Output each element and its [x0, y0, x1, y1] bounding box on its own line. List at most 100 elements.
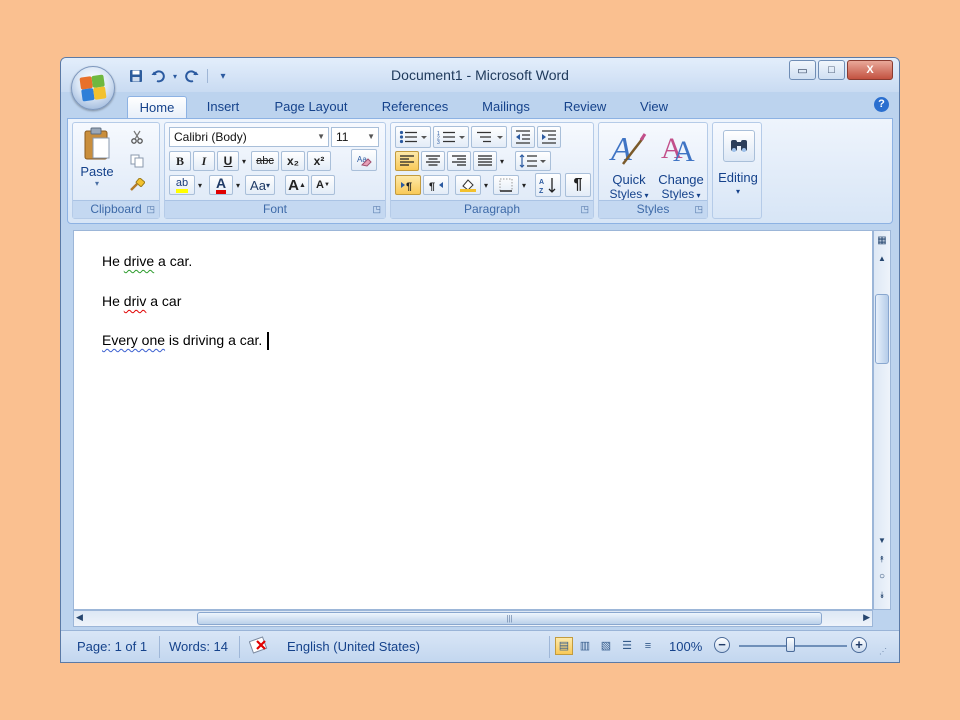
tab-insert[interactable]: Insert	[195, 96, 251, 118]
page-indicator[interactable]: Page: 1 of 1	[77, 639, 147, 654]
align-center-button[interactable]	[421, 151, 445, 171]
tab-page-layout[interactable]: Page Layout	[267, 96, 355, 118]
scroll-left-icon[interactable]: ◀	[76, 612, 83, 623]
help-icon[interactable]: ?	[874, 97, 889, 112]
grow-font-button[interactable]: A ▲	[285, 175, 309, 195]
select-browse-object-icon[interactable]: ○	[874, 569, 890, 585]
show-hide-button[interactable]: ¶	[565, 173, 591, 197]
vertical-scrollbar[interactable]: ▦ ▲ ▼ ⯭ ○ ⯯	[873, 230, 891, 610]
horizontal-scrollbar[interactable]: ◀ ||| ▶	[73, 610, 873, 627]
ltr-button[interactable]: ¶	[395, 175, 421, 195]
align-left-button[interactable]	[395, 151, 419, 171]
spelling-error-word[interactable]: driv	[124, 293, 147, 309]
grammar-error-word[interactable]: Every one	[102, 332, 165, 348]
paragraph-launcher-icon[interactable]: ◳	[580, 204, 589, 215]
font-color-dropdown-icon[interactable]: ▾	[233, 175, 243, 195]
quick-styles-button[interactable]: A Quick Styles ▾	[603, 125, 653, 201]
sort-button[interactable]: AZ	[535, 173, 561, 197]
format-painter-button[interactable]	[125, 175, 149, 195]
draft-view-icon[interactable]: ≡	[639, 637, 657, 655]
line-spacing-button[interactable]	[515, 151, 551, 171]
highlight-button[interactable]: ab	[169, 175, 195, 195]
tab-references[interactable]: References	[373, 96, 457, 118]
change-styles-button[interactable]: A A Change Styles ▾	[655, 125, 705, 201]
tab-view[interactable]: View	[629, 96, 679, 118]
borders-button[interactable]	[493, 175, 519, 195]
font-launcher-icon[interactable]: ◳	[372, 204, 381, 215]
print-layout-view-icon[interactable]: ▤	[555, 637, 573, 655]
multilevel-list-button[interactable]	[471, 126, 507, 148]
justify-dropdown-icon[interactable]: ▾	[497, 151, 507, 171]
language-indicator[interactable]: English (United States)	[287, 639, 420, 654]
document-paragraph[interactable]: Every one is driving a car.	[102, 332, 270, 351]
underline-button[interactable]: U	[217, 151, 239, 171]
clear-formatting-button[interactable]: Aa	[351, 149, 377, 171]
bullets-button[interactable]	[395, 126, 431, 148]
tab-mailings[interactable]: Mailings	[473, 96, 539, 118]
italic-button[interactable]: I	[193, 151, 215, 171]
scroll-right-icon[interactable]: ▶	[863, 612, 870, 623]
paste-label: Paste	[80, 164, 114, 179]
align-right-button[interactable]	[447, 151, 471, 171]
bold-button[interactable]: B	[169, 151, 191, 171]
paste-dropdown-icon: ▾	[94, 179, 99, 188]
underline-dropdown-icon[interactable]: ▾	[239, 151, 249, 171]
outline-view-icon[interactable]: ☰	[618, 637, 636, 655]
document-page[interactable]: He drive a car. He driv a car Every one …	[73, 230, 873, 610]
paragraph-group: 123 ▾ ¶ ¶ ▾ ▾ A Z ¶ Paragraph ◳	[390, 122, 594, 219]
zoom-out-button[interactable]: −	[714, 637, 730, 653]
clipboard-launcher-icon[interactable]: ◳	[146, 204, 155, 215]
styles-launcher-icon[interactable]: ◳	[694, 204, 703, 215]
document-paragraph[interactable]: He drive a car.	[102, 253, 192, 269]
scroll-thumb[interactable]: |||	[197, 612, 822, 625]
office-button[interactable]	[71, 66, 115, 110]
svg-text:A: A	[539, 179, 544, 186]
cut-button[interactable]	[125, 127, 149, 147]
editing-button[interactable]: Editing ▾	[715, 125, 759, 215]
word-count[interactable]: Words: 14	[169, 639, 228, 654]
web-layout-view-icon[interactable]: ▧	[597, 637, 615, 655]
shrink-font-button[interactable]: A ▼	[311, 175, 335, 195]
ruler-toggle-icon[interactable]: ▦	[874, 233, 890, 249]
paste-button[interactable]: Paste ▾	[77, 125, 117, 197]
resize-grip-icon[interactable]: ⋰	[879, 647, 887, 656]
pilcrow-icon: ¶	[573, 176, 583, 193]
tab-home[interactable]: Home	[127, 96, 187, 119]
scroll-thumb[interactable]	[875, 294, 889, 364]
numbering-button[interactable]: 123	[433, 126, 469, 148]
next-page-icon[interactable]: ⯯	[874, 587, 890, 603]
zoom-slider-thumb[interactable]	[786, 637, 795, 652]
strikethrough-button[interactable]: abc	[251, 151, 279, 171]
rtl-button[interactable]: ¶	[423, 175, 449, 195]
zoom-in-button[interactable]: +	[851, 637, 867, 653]
copy-button[interactable]	[125, 151, 149, 171]
scroll-down-icon[interactable]: ▼	[874, 533, 890, 549]
change-case-button[interactable]: Aa ▾	[245, 175, 275, 195]
full-screen-reading-view-icon[interactable]: ▥	[576, 637, 594, 655]
svg-text:¶: ¶	[406, 181, 412, 191]
justify-button[interactable]	[473, 151, 497, 171]
maximize-button[interactable]: □	[818, 60, 845, 80]
close-button[interactable]: X	[847, 60, 893, 80]
subscript-button[interactable]: x₂	[281, 151, 305, 171]
minimize-button[interactable]: ▭	[789, 60, 816, 80]
decrease-indent-button[interactable]	[511, 126, 535, 148]
font-name-combo[interactable]: Calibri (Body) ▼	[169, 127, 329, 147]
font-size-combo[interactable]: 11 ▼	[331, 127, 379, 147]
tab-review[interactable]: Review	[557, 96, 613, 118]
grammar-error-word[interactable]: drive	[124, 253, 154, 269]
font-color-button[interactable]: A	[209, 175, 233, 195]
document-paragraph[interactable]: He driv a car	[102, 293, 181, 309]
superscript-button[interactable]: x²	[307, 151, 331, 171]
borders-dropdown-icon[interactable]: ▾	[519, 175, 529, 195]
shading-button[interactable]	[455, 175, 481, 195]
scroll-up-icon[interactable]: ▲	[874, 251, 890, 267]
highlight-dropdown-icon[interactable]: ▾	[195, 175, 205, 195]
clear-formatting-icon: Aa	[357, 155, 372, 167]
increase-indent-button[interactable]	[537, 126, 561, 148]
shading-dropdown-icon[interactable]: ▾	[481, 175, 491, 195]
proofing-icon[interactable]	[248, 635, 271, 658]
zoom-level[interactable]: 100%	[669, 639, 702, 654]
previous-page-icon[interactable]: ⯭	[874, 551, 890, 567]
align-right-icon	[452, 155, 466, 166]
